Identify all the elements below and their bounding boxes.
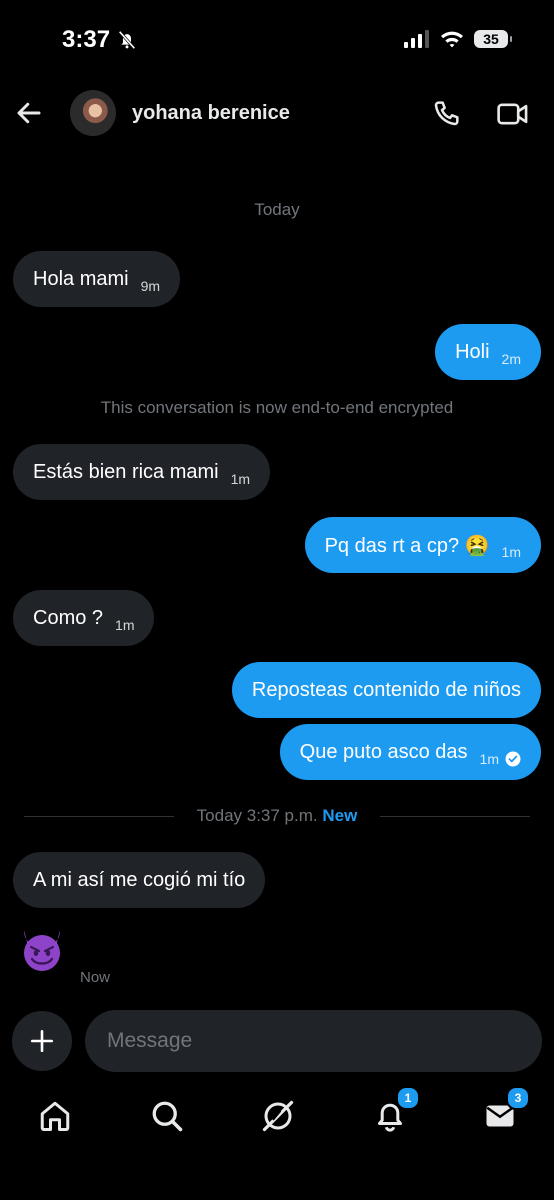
new-messages-separator: Today 3:37 p.m. New bbox=[0, 806, 554, 826]
message-time: Now bbox=[80, 969, 111, 986]
outgoing-message[interactable]: Pq das rt a cp? 🤮 1m bbox=[304, 517, 541, 573]
notifications-badge: 1 bbox=[396, 1086, 420, 1110]
contact-name[interactable]: yohana berenice bbox=[132, 102, 290, 125]
phone-icon[interactable] bbox=[430, 98, 462, 130]
status-bar-indicators: 35 bbox=[404, 30, 512, 48]
incoming-message[interactable]: Como ? 1m bbox=[13, 590, 155, 646]
read-receipt-icon bbox=[505, 751, 521, 767]
smiling-devil-emoji[interactable] bbox=[18, 926, 66, 974]
message-input[interactable] bbox=[85, 1010, 542, 1072]
battery-indicator: 35 bbox=[474, 30, 512, 48]
new-label: New bbox=[322, 806, 358, 825]
messages-badge: 3 bbox=[506, 1086, 530, 1110]
message-text: Como ? bbox=[33, 606, 104, 629]
message-text: A mi así me cogió mi tío bbox=[33, 868, 246, 891]
grok-icon[interactable] bbox=[260, 1098, 296, 1134]
back-arrow-icon[interactable] bbox=[14, 98, 44, 128]
add-attachment-button[interactable] bbox=[12, 1011, 72, 1071]
message-text: Que puto asco das bbox=[299, 740, 468, 763]
day-label: Today bbox=[254, 200, 300, 219]
conversation-header: yohana berenice bbox=[0, 82, 554, 146]
separator-time: Today 3:37 p.m. bbox=[196, 806, 318, 825]
search-icon[interactable] bbox=[149, 1098, 185, 1134]
home-icon[interactable] bbox=[37, 1098, 73, 1134]
signal-icon bbox=[404, 30, 429, 48]
message-time: 1m bbox=[230, 471, 251, 487]
plus-icon bbox=[30, 1029, 54, 1053]
notifications-tab[interactable]: 1 bbox=[372, 1086, 420, 1134]
message-text: Holi bbox=[455, 340, 490, 363]
encryption-notice: This conversation is now end-to-end encr… bbox=[100, 398, 454, 417]
message-time: 2m bbox=[501, 351, 521, 367]
message-text: Estás bien rica mami bbox=[33, 460, 219, 483]
message-text: Hola mami bbox=[33, 267, 129, 290]
incoming-message[interactable]: Estás bien rica mami 1m bbox=[13, 444, 271, 500]
clock-time: 3:37 bbox=[62, 26, 111, 53]
messages-tab[interactable]: 3 bbox=[482, 1086, 530, 1134]
message-time: 9m bbox=[140, 278, 161, 294]
message-time: 1m bbox=[115, 617, 135, 633]
incoming-message[interactable]: A mi así me cogió mi tío bbox=[13, 852, 266, 908]
battery-level: 35 bbox=[483, 31, 499, 47]
incoming-message[interactable]: Hola mami 9m bbox=[13, 251, 181, 307]
video-call-icon[interactable] bbox=[496, 98, 530, 130]
message-time: 1m bbox=[501, 544, 521, 560]
wifi-icon bbox=[441, 31, 463, 48]
outgoing-message[interactable]: Que puto asco das 1m bbox=[279, 724, 541, 780]
contact-avatar[interactable] bbox=[70, 90, 116, 136]
status-bar-time: 3:37 bbox=[62, 26, 138, 54]
outgoing-message[interactable]: Reposteas contenido de niños bbox=[231, 662, 541, 718]
message-text: Pq das rt a cp? 🤮 bbox=[324, 534, 490, 557]
message-text: Reposteas contenido de niños bbox=[251, 678, 521, 701]
message-time: 1m bbox=[479, 751, 499, 767]
bell-muted-icon bbox=[118, 30, 136, 50]
outgoing-message[interactable]: Holi 2m bbox=[435, 324, 541, 380]
